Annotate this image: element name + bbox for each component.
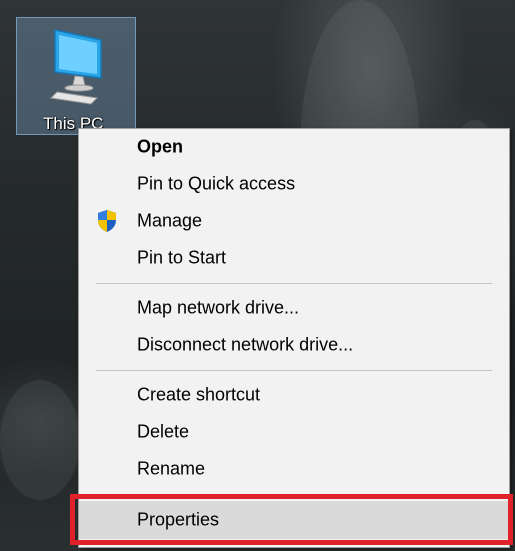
menu-item-label: Create shortcut xyxy=(137,384,261,405)
menu-item-label: Pin to Start xyxy=(137,247,227,268)
menu-item-manage[interactable]: Manage xyxy=(79,203,509,239)
menu-item-map-network-drive[interactable]: Map network drive... xyxy=(79,290,509,326)
menu-item-label: Delete xyxy=(137,421,190,442)
menu-separator xyxy=(96,370,492,371)
menu-item-disconnect-network-drive[interactable]: Disconnect network drive... xyxy=(79,327,509,363)
menu-item-create-shortcut[interactable]: Create shortcut xyxy=(79,377,509,413)
menu-item-label: Rename xyxy=(137,458,206,479)
menu-item-delete[interactable]: Delete xyxy=(79,414,509,450)
context-menu: Open Pin to Quick access Manage Pin to S… xyxy=(78,128,510,548)
computer-monitor-icon xyxy=(49,29,102,105)
highlight-outline xyxy=(70,494,513,545)
uac-shield-icon xyxy=(98,210,116,232)
menu-item-label: Map network drive... xyxy=(137,297,300,318)
menu-item-pin-to-quick-access[interactable]: Pin to Quick access xyxy=(79,166,509,202)
menu-item-label: Pin to Quick access xyxy=(137,173,296,194)
wallpaper-streak xyxy=(0,380,80,500)
menu-separator xyxy=(96,283,492,284)
menu-item-label: Open xyxy=(137,136,184,157)
menu-item-open[interactable]: Open xyxy=(79,129,509,165)
desktop-icon-this-pc[interactable]: This PC xyxy=(16,17,136,135)
menu-item-rename[interactable]: Rename xyxy=(79,451,509,487)
menu-item-label: Disconnect network drive... xyxy=(137,334,354,355)
menu-item-pin-to-start[interactable]: Pin to Start xyxy=(79,240,509,276)
menu-item-label: Manage xyxy=(137,210,203,231)
